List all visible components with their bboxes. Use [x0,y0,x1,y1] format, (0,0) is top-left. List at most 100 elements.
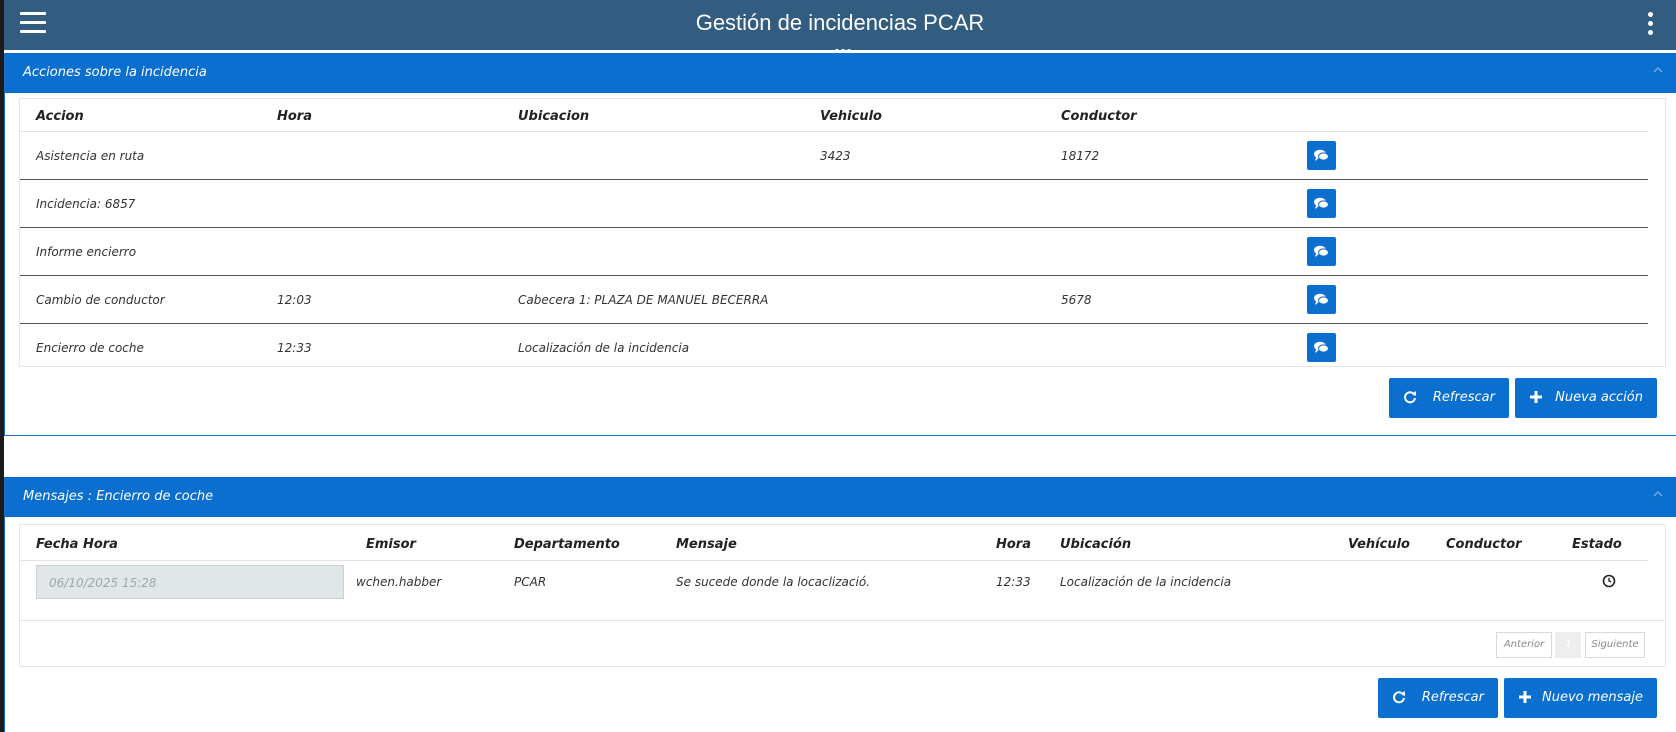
comments-icon [1314,197,1329,209]
col-hora[interactable]: Hora [261,101,502,132]
col-ubicacion[interactable]: Ubicacion [502,101,804,132]
cell-hora: 12:03 [261,275,502,324]
col-emisor[interactable]: Emisor [350,529,498,561]
cell-estado [1556,561,1648,604]
refresh-icon [1393,691,1405,704]
table-header-row: Accion Hora Ubicacion Vehiculo Conductor [20,101,1648,132]
cell-ubicacion [502,227,804,276]
messages-button[interactable] [1307,285,1336,314]
plus-icon [1519,691,1531,703]
cell-vehiculo [804,227,1045,276]
acciones-table-container: Accion Hora Ubicacion Vehiculo Conductor… [19,98,1666,367]
messages-button[interactable] [1307,237,1336,266]
table-divider [20,620,1665,621]
chevron-up-icon[interactable] [1651,63,1665,77]
cell-ubicacion: Localización de la incidencia [518,340,690,355]
cell-departamento: PCAR [514,575,547,589]
mensajes-table: Fecha Hora Emisor Departamento Mensaje H… [20,529,1648,603]
drag-handle-icon[interactable] [835,38,857,53]
pagination: Anterior 1 Siguiente [1496,632,1646,658]
mensajes-panel-header[interactable]: Mensajes : Encierro de coche [5,477,1676,517]
cell-conductor [1045,179,1291,228]
acciones-table: Accion Hora Ubicacion Vehiculo Conductor… [20,101,1648,371]
cell-hora: 12:33 [277,340,312,355]
cell-vehiculo [804,324,1045,372]
mensajes-panel: Mensajes : Encierro de coche Fecha Hora … [4,477,1676,732]
table-row[interactable]: Encierro de coche 12:33 Localización de … [20,324,1648,372]
table-header-row: Fecha Hora Emisor Departamento Mensaje H… [20,529,1648,561]
col-mensaje[interactable]: Mensaje [660,529,980,561]
cell-hora [261,131,502,180]
nueva-accion-button[interactable]: Nueva acción [1515,378,1657,418]
cell-emisor: wchen.habber [356,575,442,589]
mensajes-table-container: Fecha Hora Emisor Departamento Mensaje H… [19,524,1666,667]
app-title: Gestión de incidencias PCAR [695,10,985,35]
nuevo-mensaje-button[interactable]: Nuevo mensaje [1504,678,1657,718]
col-estado[interactable]: Estado [1556,529,1648,561]
col-accion[interactable]: Accion [20,101,261,132]
cell-ubicacion: Cabecera 1: PLAZA DE MANUEL BECERRA [502,275,804,324]
cell-mensaje: Se sucede donde la locaclizació. [676,575,870,589]
cell-ubicacion: Localización de la incidencia [1060,575,1232,589]
cell-conductor: 5678 [1045,275,1291,324]
cell-actions [1291,324,1648,372]
fecha-hora-field[interactable]: 06/10/2025 15:28 [36,565,344,599]
comments-icon [1314,149,1329,161]
cell-accion: Encierro de coche [36,340,144,355]
table-row[interactable]: Cambio de conductor 12:03 Cabecera 1: PL… [20,275,1648,324]
pagination-prev[interactable]: Anterior [1496,632,1552,658]
col-ubicacion[interactable]: Ubicación [1044,529,1332,561]
mensajes-panel-title: Mensajes : Encierro de coche [23,489,214,504]
cell-conductor [1045,227,1291,276]
refrescar-mensajes-button[interactable]: Refrescar [1378,678,1498,718]
messages-button[interactable] [1307,333,1336,362]
comments-icon [1314,341,1329,353]
cell-actions [1291,179,1648,228]
cell-accion: Informe encierro [20,227,261,276]
col-actions [1291,101,1648,132]
cell-vehiculo [804,275,1045,324]
refresh-icon [1404,391,1416,404]
pagination-page-1[interactable]: 1 [1555,632,1581,658]
chevron-up-icon[interactable] [1651,487,1665,501]
acciones-panel-header[interactable]: Acciones sobre la incidencia [5,53,1676,93]
table-row[interactable]: 06/10/2025 15:28 wchen.habber PCAR Se su… [20,561,1648,604]
refrescar-acciones-label: Refrescar [1432,390,1495,405]
kebab-menu-icon[interactable] [1648,12,1654,38]
refrescar-mensajes-label: Refrescar [1421,690,1484,705]
col-conductor[interactable]: Conductor [1045,101,1291,132]
cell-conductor [1430,561,1556,604]
plus-icon [1530,391,1542,403]
cell-accion: Asistencia en ruta [20,131,261,180]
col-hora[interactable]: Hora [980,529,1044,561]
cell-hora [261,179,502,228]
pagination-next[interactable]: Siguiente [1585,632,1645,658]
cell-ubicacion [502,131,804,180]
col-fecha-hora[interactable]: Fecha Hora [20,529,350,561]
col-departamento[interactable]: Departamento [498,529,660,561]
messages-button[interactable] [1307,141,1336,170]
acciones-panel-title: Acciones sobre la incidencia [23,65,207,80]
cell-conductor [1045,324,1291,372]
cell-conductor: 18172 [1045,131,1291,180]
cell-actions [1291,131,1648,180]
col-vehiculo[interactable]: Vehículo [1332,529,1430,561]
table-row[interactable]: Incidencia: 6857 [20,179,1648,228]
messages-button[interactable] [1307,189,1336,218]
cell-accion: Incidencia: 6857 [20,179,261,228]
cell-vehiculo: 3423 [804,131,1045,180]
comments-icon [1314,293,1329,305]
acciones-panel: Acciones sobre la incidencia Accion Hora… [4,53,1676,436]
table-row[interactable]: Asistencia en ruta 3423 18172 [20,131,1648,180]
col-vehiculo[interactable]: Vehiculo [804,101,1045,132]
cell-vehiculo [1332,561,1430,604]
nuevo-mensaje-label: Nuevo mensaje [1542,690,1643,705]
table-row[interactable]: Informe encierro [20,227,1648,276]
cell-actions [1291,227,1648,276]
cell-hora: 12:33 [996,575,1031,589]
nueva-accion-label: Nueva acción [1555,390,1643,405]
col-conductor[interactable]: Conductor [1430,529,1556,561]
cell-fecha-hora: 06/10/2025 15:28 [20,561,350,604]
comments-icon [1314,245,1329,257]
refrescar-acciones-button[interactable]: Refrescar [1389,378,1509,418]
